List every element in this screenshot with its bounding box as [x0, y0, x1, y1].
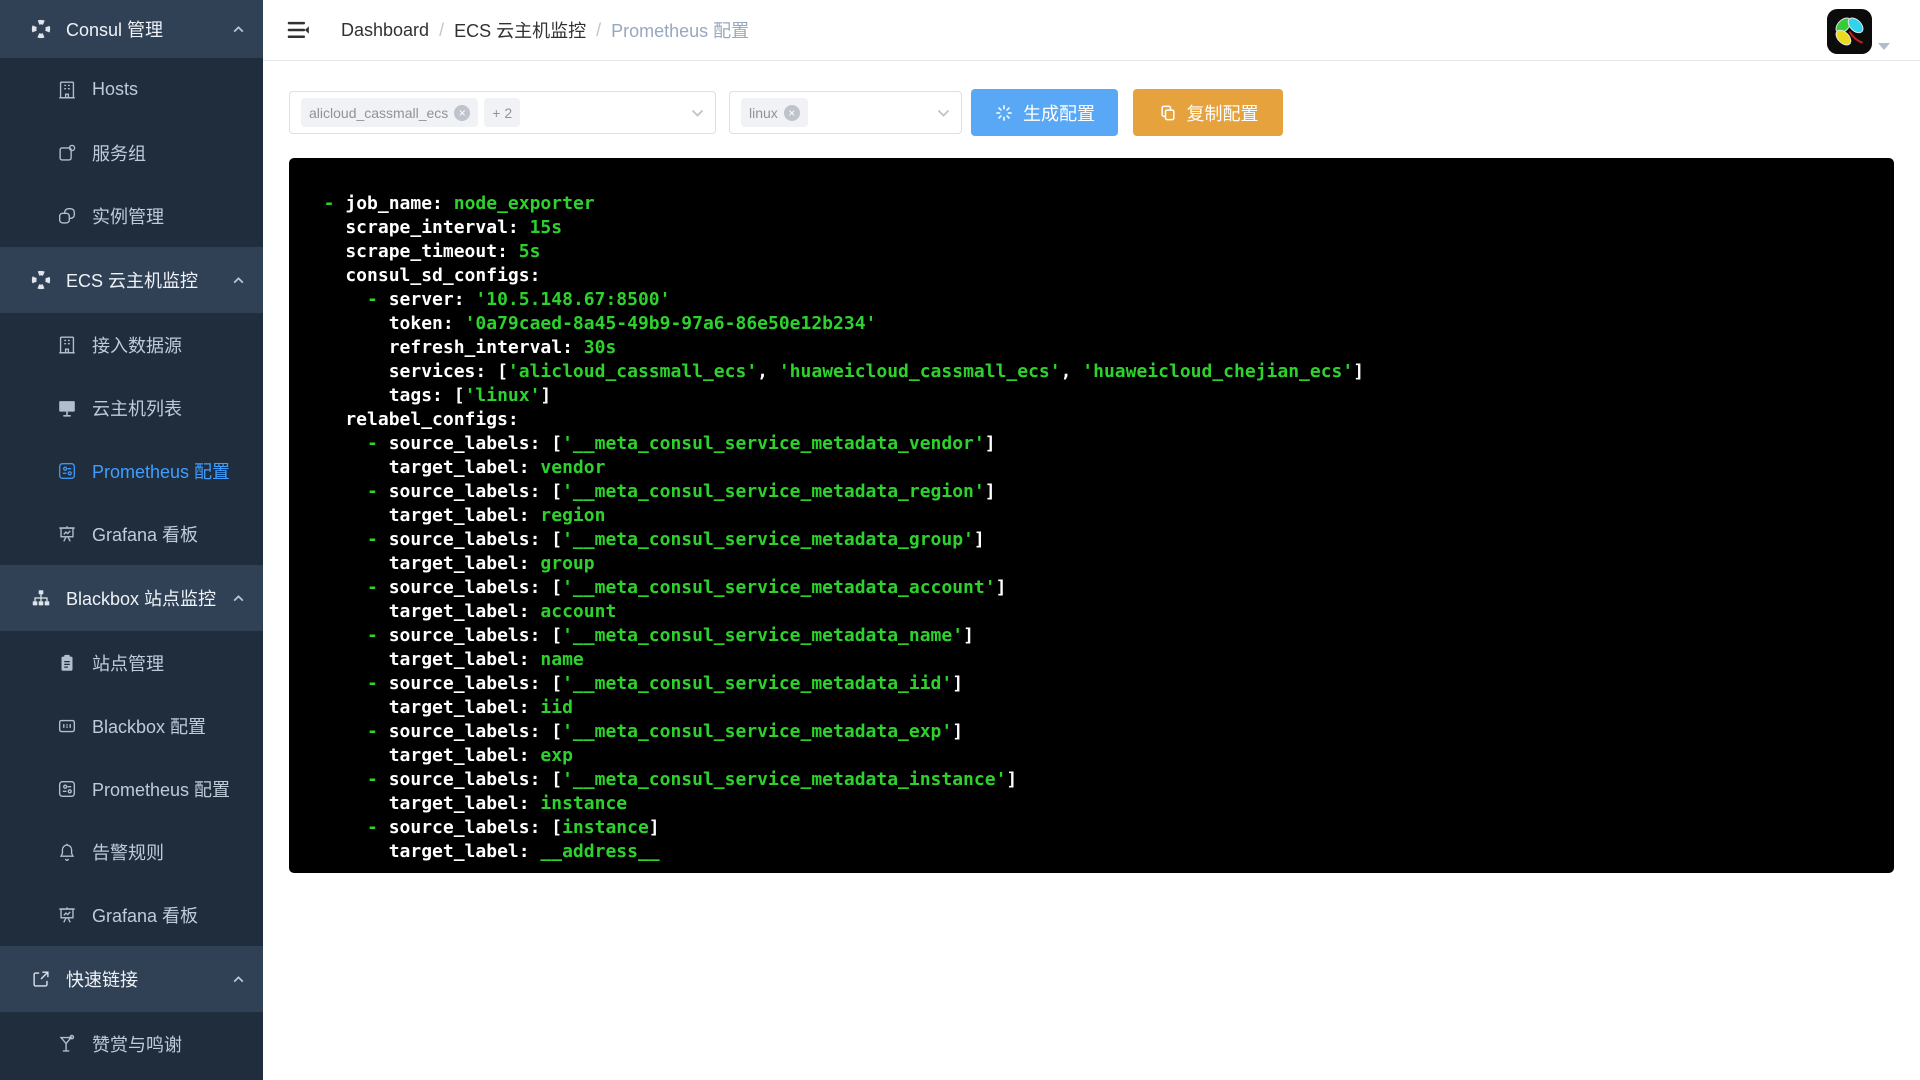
sidebar-item-label: Grafana 看板 — [92, 902, 245, 928]
sidebar-group-consul[interactable]: Consul 管理 — [0, 0, 263, 58]
sliders-card-icon — [56, 460, 78, 482]
presentation-chart-icon — [56, 904, 78, 926]
building-icon — [56, 334, 78, 356]
more-tags-badge: + 2 — [484, 98, 520, 127]
tag-label: linux — [749, 105, 778, 121]
config-toolbar: alicloud_cassmall_ecs × + 2 linux × — [289, 89, 1893, 136]
consul-icon — [30, 18, 52, 40]
sidebar-group-blackbox-monitoring[interactable]: Blackbox 站点监控 — [0, 565, 263, 631]
app-logo-icon — [1827, 9, 1872, 54]
sidebar-item-label: 服务组 — [92, 140, 245, 166]
copy-icon — [1158, 103, 1178, 123]
sidebar-item-label: 实例管理 — [92, 203, 245, 229]
sidebar-item-blackbox-config[interactable]: Blackbox 配置 — [0, 694, 263, 757]
service-multiselect[interactable]: alicloud_cassmall_ecs × + 2 — [289, 91, 716, 134]
breadcrumb-ecs-monitoring[interactable]: ECS 云主机监控 — [454, 17, 586, 43]
sidebar: Consul 管理 Hosts 服务组 实例管理 — [0, 0, 263, 1080]
instances-icon — [56, 205, 78, 227]
copy-config-button[interactable]: 复制配置 — [1133, 89, 1283, 136]
sidebar-item-grafana-blackbox[interactable]: Grafana 看板 — [0, 883, 263, 946]
sidebar-item-label: Hosts — [92, 79, 245, 100]
selected-tag: linux × — [741, 98, 808, 127]
sidebar-item-host-list[interactable]: 云主机列表 — [0, 376, 263, 439]
sidebar-item-prometheus-config-blackbox[interactable]: Prometheus 配置 — [0, 757, 263, 820]
sparkle-icon — [994, 103, 1014, 123]
sidebar-item-label: 赞赏与鸣谢 — [92, 1031, 245, 1057]
top-header: Dashboard / ECS 云主机监控 / Prometheus 配置 — [263, 0, 1920, 61]
selected-tag: alicloud_cassmall_ecs × — [301, 98, 478, 127]
sidebar-item-appreciation[interactable]: 赞赏与鸣谢 — [0, 1012, 263, 1075]
tag-label: alicloud_cassmall_ecs — [309, 105, 448, 121]
chevron-down-icon — [690, 105, 705, 120]
sidebar-item-label: 告警规则 — [92, 839, 245, 865]
chevron-up-icon — [232, 23, 245, 36]
sidebar-item-service-groups[interactable]: 服务组 — [0, 121, 263, 184]
breadcrumb: Dashboard / ECS 云主机监控 / Prometheus 配置 — [341, 17, 749, 43]
building-icon — [56, 79, 78, 101]
breadcrumb-separator: / — [596, 20, 601, 41]
sidebar-group-label: 快速链接 — [66, 966, 232, 992]
chevron-up-icon — [232, 592, 245, 605]
main-area: Dashboard / ECS 云主机监控 / Prometheus 配置 — [263, 0, 1920, 1080]
consul-icon — [30, 269, 52, 291]
sidebar-item-label: Prometheus 配置 — [92, 776, 245, 802]
tag-multiselect[interactable]: linux × — [729, 91, 962, 134]
sidebar-item-data-sources[interactable]: 接入数据源 — [0, 313, 263, 376]
sidebar-item-label: Blackbox 配置 — [92, 713, 245, 739]
sidebar-item-site-management[interactable]: 站点管理 — [0, 631, 263, 694]
sidebar-group-quick-links[interactable]: 快速链接 — [0, 946, 263, 1012]
cocktail-icon — [56, 1033, 78, 1055]
tag-close-icon[interactable]: × — [784, 105, 800, 121]
external-link-icon — [30, 968, 52, 990]
sidebar-item-grafana-ecs[interactable]: Grafana 看板 — [0, 502, 263, 565]
sidebar-item-instance-management[interactable]: 实例管理 — [0, 184, 263, 247]
user-logo-menu[interactable] — [1827, 9, 1890, 54]
sitemap-icon — [30, 587, 52, 609]
sidebar-item-alert-rules[interactable]: 告警规则 — [0, 820, 263, 883]
sidebar-item-label: Grafana 看板 — [92, 521, 245, 547]
sidebar-group-label: Consul 管理 — [66, 16, 232, 42]
clipboard-icon — [56, 652, 78, 674]
sidebar-item-prometheus-config-ecs[interactable]: Prometheus 配置 — [0, 439, 263, 502]
generate-config-label: 生成配置 — [1023, 100, 1095, 126]
sidebar-item-label: 站点管理 — [92, 650, 245, 676]
tag-close-icon[interactable]: × — [454, 105, 470, 121]
sidebar-group-label: Blackbox 站点监控 — [66, 585, 232, 611]
config-code: - job_name: node_exporter scrape_interva… — [302, 192, 1884, 864]
chevron-up-icon — [232, 973, 245, 986]
sidebar-group-label: ECS 云主机监控 — [66, 267, 232, 293]
app-root: Consul 管理 Hosts 服务组 实例管理 — [0, 0, 1920, 1080]
sidebar-item-label: 接入数据源 — [92, 332, 245, 358]
copy-config-label: 复制配置 — [1187, 100, 1259, 126]
monitor-icon — [56, 397, 78, 419]
service-group-icon — [56, 142, 78, 164]
chevron-down-icon — [936, 105, 951, 120]
sidebar-item-hosts[interactable]: Hosts — [0, 58, 263, 121]
blackbox-config-icon — [56, 715, 78, 737]
breadcrumb-prometheus-config: Prometheus 配置 — [611, 17, 749, 43]
chevron-up-icon — [232, 274, 245, 287]
breadcrumb-dashboard[interactable]: Dashboard — [341, 20, 429, 41]
presentation-chart-icon — [56, 523, 78, 545]
breadcrumb-separator: / — [439, 20, 444, 41]
sidebar-item-label: Prometheus 配置 — [92, 458, 245, 484]
caret-down-icon — [1878, 43, 1890, 50]
sliders-card-icon — [56, 778, 78, 800]
bell-icon — [56, 841, 78, 863]
sidebar-item-label: 云主机列表 — [92, 395, 245, 421]
hamburger-icon[interactable] — [285, 17, 311, 43]
sidebar-filler — [0, 1075, 263, 1080]
sidebar-group-ecs-monitoring[interactable]: ECS 云主机监控 — [0, 247, 263, 313]
prometheus-config-terminal: - job_name: node_exporter scrape_interva… — [289, 158, 1894, 873]
generate-config-button[interactable]: 生成配置 — [971, 89, 1118, 136]
